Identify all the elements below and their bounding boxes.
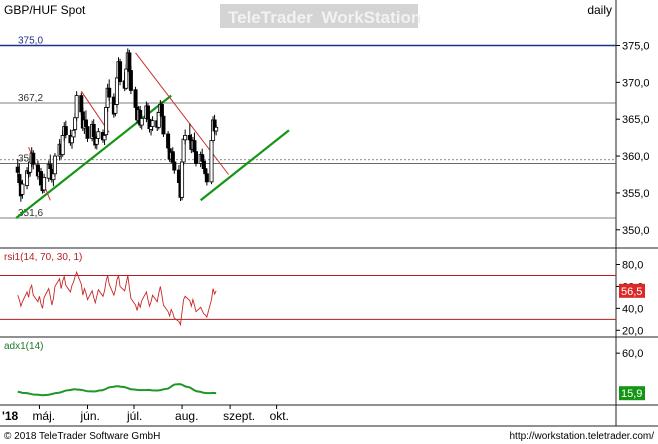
candle [74, 91, 79, 121]
time-tick-label-5: szept. [223, 409, 255, 423]
price-chart-svg: TeleTrader WorkStation GBP/HUF Spot dail… [0, 0, 658, 442]
candle [52, 153, 57, 177]
watermark-text: TeleTrader WorkStation [228, 8, 421, 27]
level-label-1: 367,2 [18, 93, 43, 104]
rsi-tick-label-0: 20,0 [622, 325, 643, 337]
candle-body [85, 126, 90, 139]
candle-body [63, 126, 68, 136]
adx-title: adx1(14) [4, 341, 43, 352]
price-tick-label-3: 365,0 [622, 114, 650, 126]
panel-frames [0, 0, 658, 427]
time-tick-label-6: okt. [270, 409, 289, 423]
candle-body [139, 118, 144, 126]
candle-body [214, 126, 219, 132]
candle-body [74, 95, 79, 119]
candle-body [42, 177, 47, 191]
adx-value-axis: 60,0 15,9 [616, 348, 645, 401]
watermark-teletrader: TeleTrader [228, 8, 313, 27]
price-tick-label-2: 360,0 [622, 151, 650, 163]
candle [161, 113, 166, 137]
candle-body [161, 115, 166, 135]
candle-body [150, 120, 155, 127]
price-tick-label-1: 355,0 [622, 188, 650, 200]
price-value-axis: 350,0 355,0 360,0 365,0 370,0 375,0 [616, 40, 650, 237]
time-tick-label-2: jún. [80, 409, 100, 423]
candle-body [204, 173, 209, 183]
price-candles [15, 48, 219, 202]
rsi-value-axis: 20,040,060,080,056,5 [616, 259, 645, 337]
watermark-workstation: WorkStation [321, 8, 421, 27]
price-tick-label-5: 375,0 [622, 40, 650, 52]
footer-url: http://workstation.teletrader.com/ [509, 431, 654, 442]
candle-body [180, 161, 185, 198]
level-label-0: 375,0 [18, 35, 43, 46]
candle [209, 136, 214, 185]
candle-body [107, 87, 112, 98]
time-axis: '18 máj. jún. júl. aug. szept. okt. [2, 405, 289, 423]
adx-line [17, 383, 217, 397]
rsi-title: rsi1(14, 70, 30, 1) [4, 252, 82, 263]
time-tick-label-4: aug. [175, 409, 198, 423]
candle [128, 66, 133, 95]
time-tick-label-0: '18 [2, 409, 19, 423]
candle-body [31, 152, 36, 165]
adx-polyline [17, 383, 217, 397]
candle-body [172, 161, 177, 171]
candle-body [193, 151, 198, 164]
candle-body [183, 135, 188, 141]
price-trendlines [15, 52, 290, 219]
candle [180, 159, 185, 201]
rsi-tick-label-1: 40,0 [622, 303, 643, 315]
rsi-last-value: 56,5 [621, 286, 642, 298]
adx-last-value: 15,9 [621, 388, 642, 400]
candle-body [128, 70, 133, 91]
rsi-tick-label-3: 80,0 [622, 259, 643, 271]
rsi-bound-lines [0, 274, 616, 320]
copyright-text: © 2018 TeleTrader Software GmbH [4, 431, 160, 442]
price-tick-label-0: 350,0 [622, 225, 650, 237]
time-tick-label-1: máj. [32, 409, 55, 423]
chart-window: TeleTrader WorkStation GBP/HUF Spot dail… [0, 0, 658, 444]
symbol-title: GBP/HUF Spot [4, 3, 86, 17]
candle-body [20, 183, 25, 195]
price-tick-label-4: 370,0 [622, 77, 650, 89]
rsi-line [17, 270, 217, 327]
watermark: TeleTrader WorkStation [220, 4, 421, 28]
adx-tick-label-0: 60,0 [622, 348, 643, 360]
candle [118, 58, 123, 86]
rsi-polyline [17, 270, 217, 327]
time-tick-label-3: júl. [126, 409, 142, 423]
interval-label: daily [587, 3, 612, 17]
candle-body [52, 155, 57, 175]
candle-body [209, 140, 214, 183]
candle-body [96, 131, 101, 139]
candle-body [118, 61, 123, 83]
